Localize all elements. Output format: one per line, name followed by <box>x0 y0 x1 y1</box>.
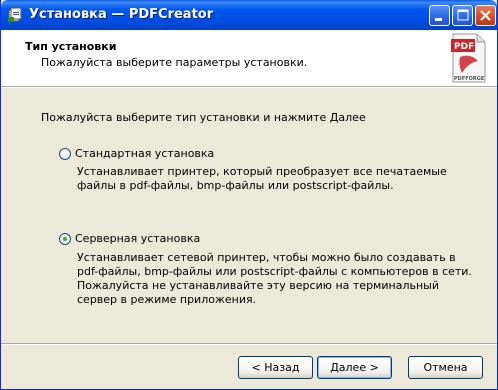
radio-label-standard[interactable]: Стандартная установка <box>75 147 214 160</box>
logo-pdf-text: PDF <box>454 42 474 52</box>
standard-install-description: Устанавливает принтер, который преобразу… <box>77 165 447 192</box>
radio-label-server[interactable]: Серверная установка <box>75 232 200 245</box>
pdfforge-logo-icon: PDF PDFFORGE <box>451 33 486 83</box>
page-subtitle: Пожалуйста выберите параметры установки. <box>41 56 308 69</box>
installer-window: Установка — PDFCreator Тип установки Пож… <box>0 0 498 390</box>
page-title: Тип установки <box>25 40 117 53</box>
minimize-icon <box>435 18 442 21</box>
logo-caption: PDFFORGE <box>454 76 485 82</box>
next-button[interactable]: Далее > <box>317 356 392 379</box>
maximize-icon <box>457 9 469 21</box>
cancel-button[interactable]: Отмена <box>408 356 483 379</box>
title-bar[interactable]: Установка — PDFCreator <box>1 0 497 30</box>
back-button[interactable]: < Назад <box>238 356 313 379</box>
instruction-text: Пожалуйста выберите тип установки и нажм… <box>41 111 366 124</box>
close-button[interactable] <box>475 5 496 26</box>
radio-button-standard[interactable] <box>59 148 71 160</box>
header-divider <box>1 86 497 88</box>
radio-button-server[interactable] <box>59 233 71 245</box>
wizard-header: Тип установки Пожалуйста выберите параме… <box>1 30 497 86</box>
close-icon <box>480 10 491 21</box>
maximize-button[interactable] <box>452 5 473 26</box>
installer-icon <box>7 7 23 23</box>
server-install-description: Устанавливает сетевой принтер, чтобы мож… <box>77 251 472 306</box>
minimize-button[interactable] <box>429 5 450 26</box>
window-title: Установка — PDFCreator <box>29 7 214 22</box>
footer-divider <box>1 343 497 345</box>
